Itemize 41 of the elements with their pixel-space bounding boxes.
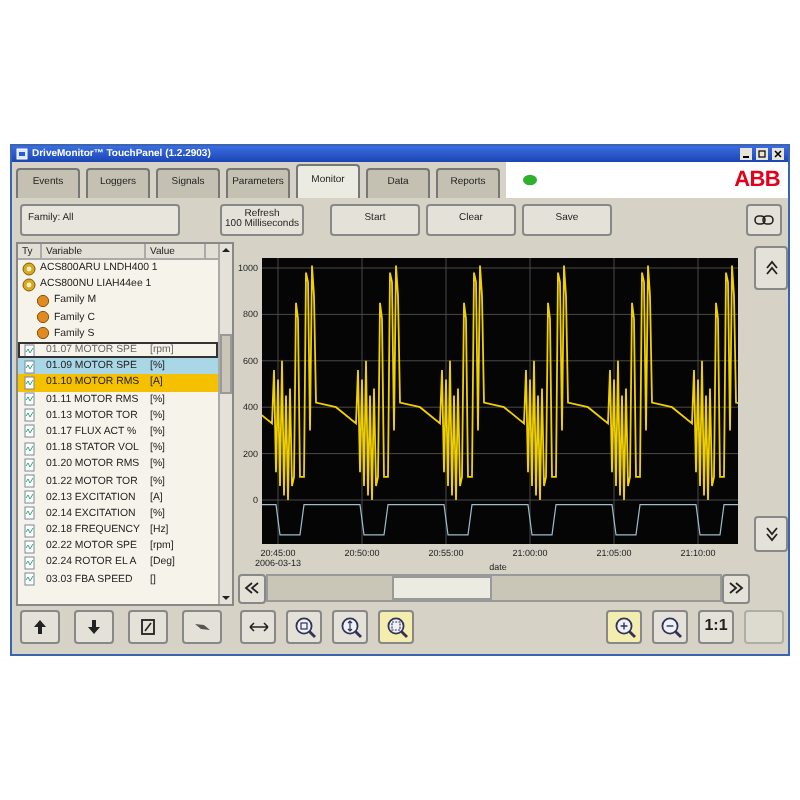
close-button[interactable]	[772, 148, 784, 160]
zoom-area-button[interactable]	[378, 609, 414, 643]
up-arrow-icon	[32, 617, 48, 635]
reset-zoom-button[interactable]: 1:1	[698, 609, 734, 643]
close-icon	[772, 148, 784, 160]
logo: ABB	[734, 169, 780, 191]
up-button[interactable]	[20, 609, 60, 643]
scroll-down-icon	[220, 592, 232, 604]
scroll-left-button[interactable]	[238, 573, 266, 603]
scroll-thumb[interactable]	[220, 334, 232, 394]
zoom-in-icon	[613, 615, 635, 637]
minimize-button[interactable]	[740, 148, 752, 160]
double-down-icon	[765, 526, 777, 542]
scroll-down-button[interactable]	[754, 516, 788, 552]
zoom-out-icon	[659, 615, 681, 637]
scroll-thumb[interactable]	[392, 576, 492, 600]
erase-button[interactable]	[182, 609, 222, 643]
link-icon	[754, 214, 774, 226]
app-icon	[16, 148, 28, 160]
maximize-button[interactable]	[756, 148, 768, 160]
double-right-icon	[728, 582, 744, 594]
down-button[interactable]	[74, 609, 114, 643]
zoom-vertical-button[interactable]	[332, 609, 368, 643]
scroll-up-icon	[220, 244, 232, 256]
link-button[interactable]	[746, 204, 782, 236]
pan-button[interactable]	[240, 609, 276, 643]
zoom-out-button[interactable]	[652, 609, 688, 643]
magnifier-icon	[385, 615, 407, 637]
double-left-icon	[244, 582, 260, 594]
maximize-icon	[756, 148, 768, 160]
down-arrow-icon	[86, 617, 102, 635]
double-up-icon	[765, 260, 777, 276]
edit-button[interactable]	[128, 609, 168, 643]
scroll-up-button[interactable]	[754, 246, 788, 290]
scroll-bar[interactable]	[218, 244, 232, 604]
square-icon	[140, 617, 156, 635]
scroll-right-button[interactable]	[722, 573, 750, 603]
zoom-in-button[interactable]	[606, 609, 642, 643]
zoom-fit-button[interactable]	[286, 609, 322, 643]
magnifier-icon	[339, 615, 361, 637]
magnifier-icon	[293, 615, 315, 637]
